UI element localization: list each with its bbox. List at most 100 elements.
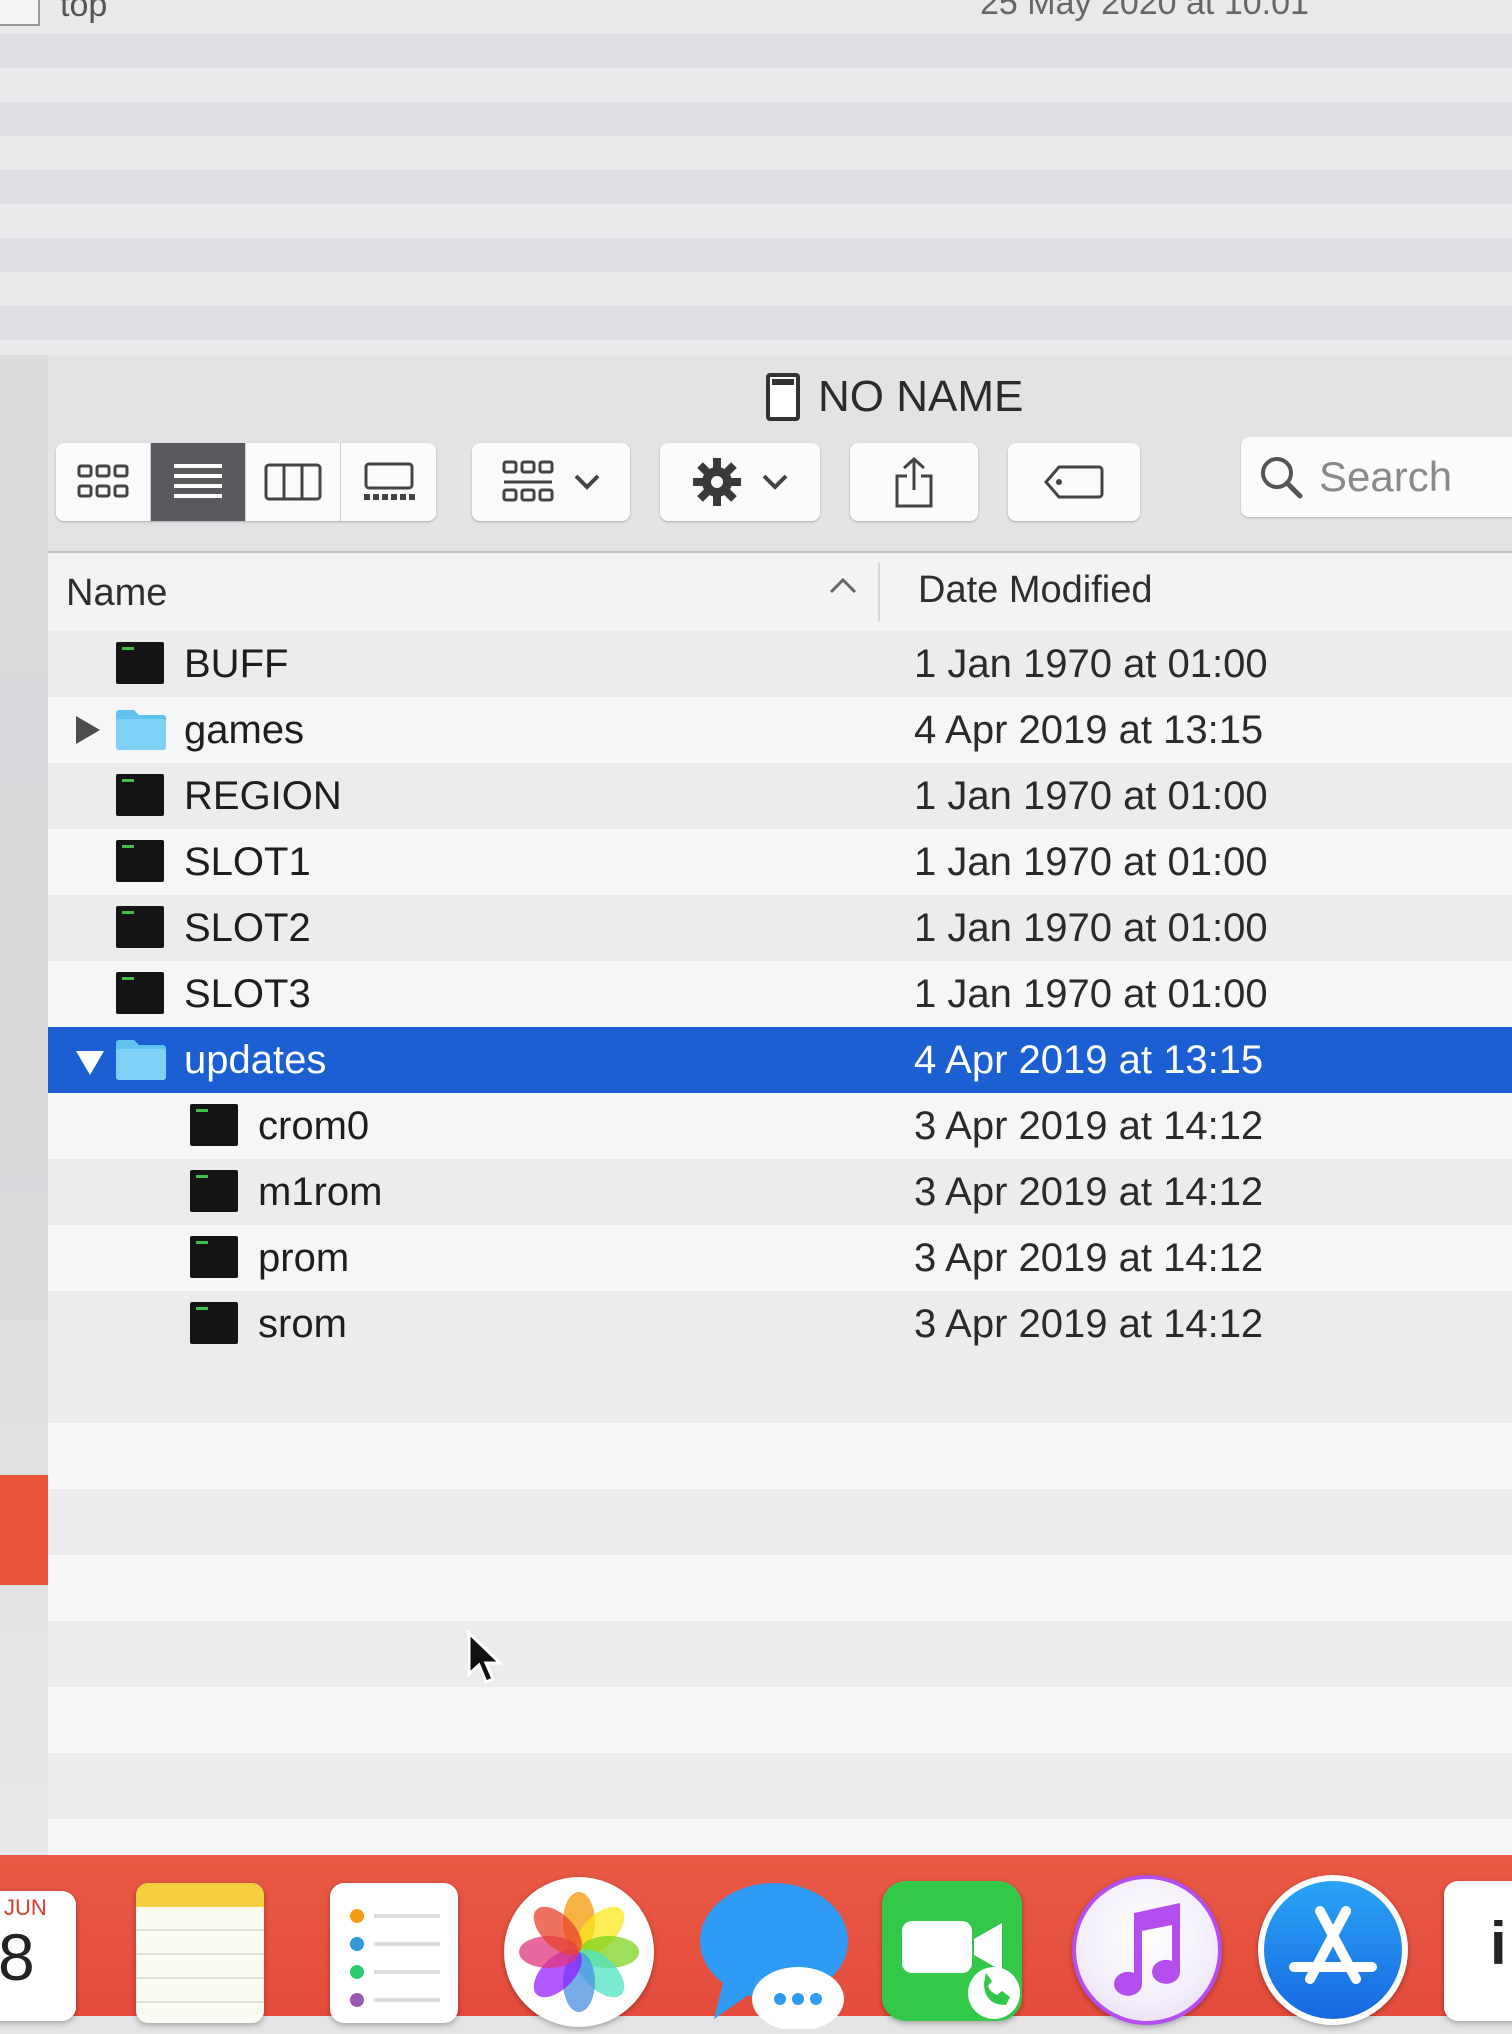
window-title: NO NAME	[766, 367, 1023, 427]
file-date-modified: 1 Jan 1970 at 01:00	[914, 642, 1268, 686]
executable-icon	[190, 1170, 238, 1212]
gallery-view-button[interactable]	[341, 443, 436, 521]
file-name: SLOT2	[184, 906, 311, 950]
chevron-down-icon	[762, 474, 788, 490]
executable-icon	[116, 642, 164, 684]
background-window-checkbox	[0, 0, 40, 26]
search-input[interactable]	[1317, 452, 1512, 502]
background-window-date: 25 May 2020 at 10:01	[980, 0, 1309, 22]
executable-icon	[190, 1302, 238, 1344]
file-name: SLOT1	[184, 840, 311, 884]
executable-icon	[116, 840, 164, 882]
file-name: SLOT3	[184, 972, 311, 1016]
dock-music-app[interactable]	[1072, 1875, 1222, 2025]
music-note-icon	[1114, 1903, 1181, 1996]
background-window-label: top	[60, 0, 108, 24]
file-row[interactable]: m1rom 3 Apr 2019 at 14:12	[48, 1159, 1512, 1225]
facetime-icon	[902, 1921, 1020, 2019]
file-list-empty-area[interactable]	[48, 1357, 1512, 1857]
dock-notes-app[interactable]	[136, 1883, 264, 2023]
search-field[interactable]	[1241, 437, 1512, 517]
app-store-icon	[1289, 1906, 1377, 1984]
file-name: m1rom	[258, 1170, 383, 1214]
file-name: REGION	[184, 774, 342, 818]
file-date-modified: 3 Apr 2019 at 14:12	[914, 1302, 1264, 1346]
desktop-red-strip	[0, 1475, 50, 1585]
dock-app-store-app[interactable]	[1258, 1875, 1408, 2025]
file-row[interactable]: prom 3 Apr 2019 at 14:12	[48, 1225, 1512, 1291]
folder-icon	[116, 1040, 166, 1080]
file-name: BUFF	[184, 642, 289, 686]
file-date-modified: 4 Apr 2019 at 13:15	[914, 1038, 1264, 1082]
columns-icon	[264, 463, 322, 501]
file-row[interactable]: crom0 3 Apr 2019 at 14:12	[48, 1093, 1512, 1159]
gallery-icon	[363, 462, 415, 500]
photos-icon	[519, 1892, 639, 2012]
calendar-month: JUN	[4, 1895, 47, 1920]
gear-icon	[693, 458, 741, 506]
toolbar	[56, 437, 1512, 523]
search-icon	[1261, 457, 1303, 499]
file-row[interactable]: games 4 Apr 2019 at 13:15	[48, 697, 1512, 763]
share-icon	[895, 456, 933, 508]
list-view-button[interactable]	[151, 443, 246, 521]
file-row[interactable]: BUFF 1 Jan 1970 at 01:00	[48, 631, 1512, 697]
file-row[interactable]: SLOT1 1 Jan 1970 at 01:00	[48, 829, 1512, 895]
window-title-text: NO NAME	[818, 372, 1024, 421]
executable-icon	[116, 774, 164, 816]
file-name: games	[184, 708, 305, 752]
dock-facetime-app[interactable]	[882, 1881, 1022, 2021]
mouse-pointer-icon	[467, 1630, 504, 1684]
title-bar[interactable]: NO NAME	[48, 355, 1512, 553]
file-name: updates	[184, 1038, 327, 1082]
finder-window: NO NAME Search Name Date Modified BUFF 1…	[48, 355, 1512, 1857]
tag-icon	[1044, 465, 1104, 499]
view-mode-segmented-control	[56, 443, 436, 521]
disclosure-expanded-icon[interactable]	[76, 1051, 104, 1075]
file-name: crom0	[258, 1104, 370, 1148]
dock-messages-app[interactable]	[694, 1879, 854, 2034]
tag-button[interactable]	[1008, 443, 1140, 521]
reminders-icon	[350, 1909, 364, 1923]
icon-view-button[interactable]	[56, 443, 151, 521]
dock: JUN 8 i	[0, 1855, 1512, 2031]
share-button[interactable]	[850, 443, 978, 521]
file-name: prom	[258, 1236, 350, 1280]
dock-photos-app[interactable]	[504, 1877, 654, 2027]
executable-icon	[190, 1104, 238, 1146]
dock-calendar-app[interactable]: JUN 8	[0, 1891, 76, 2021]
action-menu-button[interactable]	[660, 443, 820, 521]
file-date-modified: 1 Jan 1970 at 01:00	[914, 972, 1268, 1016]
executable-icon	[116, 972, 164, 1014]
file-row[interactable]: REGION 1 Jan 1970 at 01:00	[48, 763, 1512, 829]
dock-reminders-app[interactable]	[330, 1883, 458, 2023]
file-row[interactable]: updates 4 Apr 2019 at 13:15	[48, 1027, 1512, 1093]
chevron-down-icon	[574, 474, 600, 490]
column-header-bar: Name Date Modified	[48, 553, 1512, 633]
file-date-modified: 1 Jan 1970 at 01:00	[914, 840, 1268, 884]
executable-icon	[116, 906, 164, 948]
group-by-button[interactable]	[472, 443, 630, 521]
disclosure-collapsed-icon[interactable]	[76, 716, 100, 744]
grid-icon	[77, 464, 129, 498]
column-header-name[interactable]: Name	[66, 553, 167, 631]
column-header-date-modified[interactable]: Date Modified	[918, 553, 1152, 631]
sort-ascending-icon[interactable]	[828, 575, 858, 595]
file-date-modified: 1 Jan 1970 at 01:00	[914, 774, 1268, 818]
sd-card-icon	[766, 373, 800, 421]
file-date-modified: 3 Apr 2019 at 14:12	[914, 1236, 1264, 1280]
file-row[interactable]: srom 3 Apr 2019 at 14:12	[48, 1291, 1512, 1357]
file-name: srom	[258, 1302, 347, 1346]
file-row[interactable]: SLOT2 1 Jan 1970 at 01:00	[48, 895, 1512, 961]
list-icon	[174, 464, 222, 498]
calendar-day: 8	[0, 1920, 35, 1994]
column-divider[interactable]	[878, 563, 880, 621]
file-list: BUFF 1 Jan 1970 at 01:00 games 4 Apr 2019 a…	[48, 631, 1512, 1423]
file-row[interactable]: SLOT3 1 Jan 1970 at 01:00	[48, 961, 1512, 1027]
column-view-button[interactable]	[246, 443, 341, 521]
desktop-left-edge	[0, 355, 50, 1860]
background-window: top 25 May 2020 at 10:01	[0, 0, 1512, 357]
dock-info-app[interactable]: i	[1444, 1881, 1512, 2021]
messages-icon	[700, 1883, 848, 2031]
file-date-modified: 3 Apr 2019 at 14:12	[914, 1104, 1264, 1148]
